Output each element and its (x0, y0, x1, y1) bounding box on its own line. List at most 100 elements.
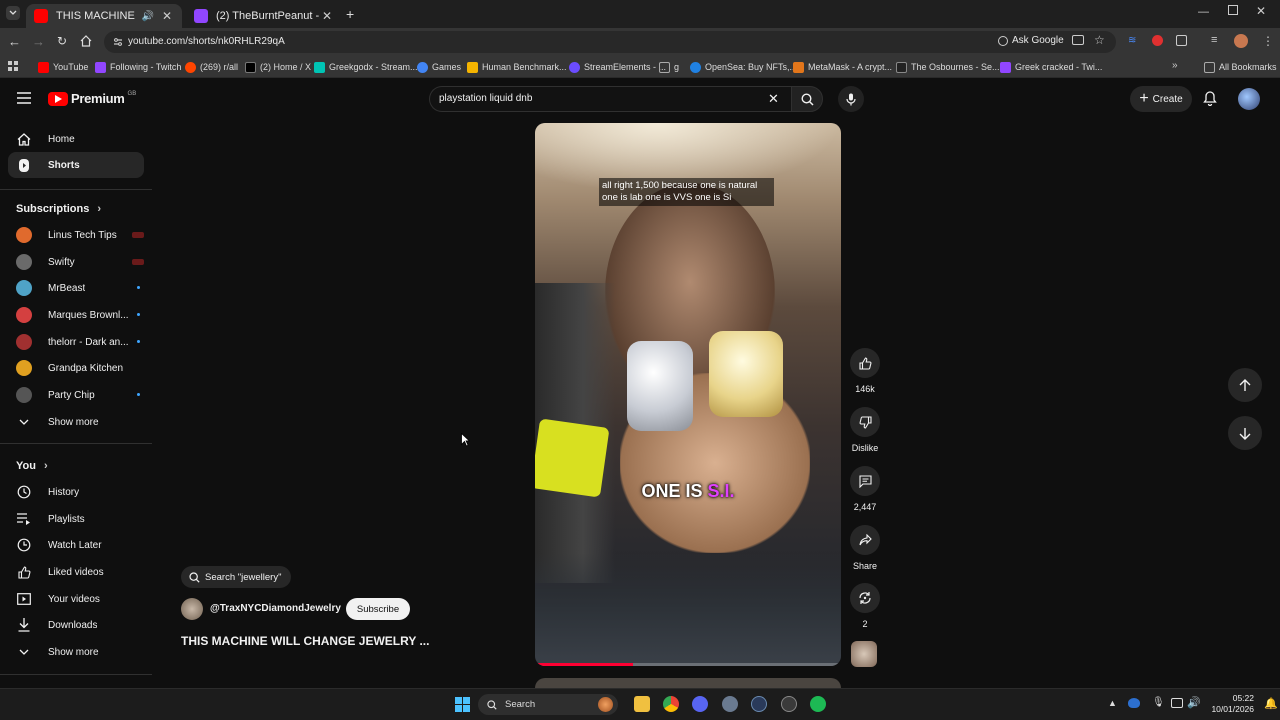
show-more-subscriptions[interactable]: Show more (8, 409, 144, 435)
bookmark-metamask[interactable]: MetaMask - A crypt... (793, 59, 892, 75)
sidebar-item-like[interactable]: Liked videos (8, 559, 144, 585)
menu-icon[interactable] (17, 92, 31, 104)
chrome-menu-icon[interactable]: ⋮ (1262, 34, 1274, 48)
sidebar-subscription-item[interactable]: Marques Brownl... (8, 302, 144, 328)
next-short-preview[interactable] (535, 678, 841, 688)
tab-twitch[interactable]: (2) TheBurntPeanut - Twitch ✕ (186, 4, 342, 28)
discord-icon[interactable] (692, 696, 708, 712)
show-more-you[interactable]: Show more (8, 639, 144, 665)
extension-record-icon[interactable] (1152, 35, 1163, 46)
bookmark-greekgodx[interactable]: Greekgodx - Stream... (314, 59, 418, 75)
tab-search-icon[interactable] (6, 6, 20, 20)
bookmark-x[interactable]: (2) Home / X (245, 59, 311, 75)
sidebar-item-history[interactable]: History (8, 479, 144, 505)
channel-name[interactable]: @TraxNYCDiamondJewelry (210, 603, 341, 614)
sidebar-subscription-item[interactable]: Grandpa Kitchen (8, 355, 144, 381)
reload-icon[interactable]: ↻ (57, 34, 67, 48)
app-c-icon[interactable] (751, 696, 767, 712)
microphone-tray-icon[interactable]: 🎙 (1152, 697, 1165, 708)
bookmark-reddit[interactable]: (269) r/all (185, 59, 238, 75)
spotify-icon[interactable] (810, 696, 826, 712)
sidebar-subscription-item[interactable]: MrBeast (8, 275, 144, 301)
channel-avatar[interactable] (181, 598, 203, 620)
bookmark-opensea[interactable]: OpenSea: Buy NFTs,... (690, 59, 797, 75)
close-tab-icon[interactable]: ✕ (320, 9, 334, 23)
install-app-icon[interactable] (1072, 35, 1084, 45)
extensions-puzzle-icon[interactable] (1176, 35, 1187, 46)
account-avatar[interactable] (1238, 88, 1260, 110)
sidebar-item-your-videos[interactable]: Your videos (8, 586, 144, 612)
bookmark-twitch-following[interactable]: Following - Twitch (95, 59, 181, 75)
home-browser-icon[interactable] (80, 35, 92, 47)
bookmark-star-icon[interactable]: ☆ (1094, 33, 1105, 47)
bookmark-human-benchmark[interactable]: Human Benchmark... (467, 59, 567, 75)
ask-google-button[interactable]: Ask Google (998, 35, 1064, 46)
voice-search-button[interactable] (838, 86, 864, 112)
comments-button[interactable]: 2,447 (848, 466, 882, 512)
sidebar-subscription-item[interactable]: Swifty (8, 249, 144, 275)
chrome-taskbar-icon[interactable] (663, 696, 679, 712)
sidebar-item-download[interactable]: Downloads (8, 612, 144, 638)
windows-start-icon[interactable] (455, 697, 470, 712)
back-icon[interactable]: ← (8, 34, 21, 49)
bookmark-streamelements[interactable]: StreamElements - ... (569, 59, 666, 75)
short-title[interactable]: THIS MACHINE WILL CHANGE JEWELRY ... (181, 634, 429, 648)
speaker-icon[interactable]: 🔊 (142, 11, 154, 22)
you-heading[interactable]: You › (16, 460, 48, 472)
bookmark-osbournes[interactable]: The Osbournes - Se... (896, 59, 1000, 75)
search-query-text[interactable]: playstation liquid dnb (439, 93, 532, 104)
share-button[interactable]: Share (848, 525, 882, 571)
sidebar-item-watch-later[interactable]: Watch Later (8, 532, 144, 558)
site-info-icon[interactable] (112, 36, 124, 48)
sidebar-subscription-item[interactable]: Linus Tech Tips (8, 222, 144, 248)
bookmarks-overflow-icon[interactable]: » (1172, 60, 1178, 71)
taskbar-clock[interactable]: 05:22 10/01/2026 (1204, 693, 1254, 715)
search-button[interactable] (791, 86, 823, 112)
tray-overflow-icon[interactable]: ▲ (1108, 698, 1117, 708)
close-tab-icon[interactable]: ✕ (160, 9, 174, 23)
bookmark-games[interactable]: Games (417, 59, 461, 75)
next-short-button[interactable] (1228, 416, 1262, 450)
previous-short-button[interactable] (1228, 368, 1262, 402)
subscribe-button[interactable]: Subscribe (346, 598, 410, 620)
create-button[interactable]: + Create (1130, 86, 1192, 112)
close-window-icon[interactable]: ✕ (1256, 4, 1266, 18)
bookmark-folder-g[interactable]: g (659, 59, 679, 75)
onedrive-icon[interactable] (1128, 698, 1140, 708)
like-button[interactable]: 146k (848, 348, 882, 394)
bookmark-youtube[interactable]: YouTube (38, 59, 88, 75)
sidebar-subscription-item[interactable]: thelorr - Dark an... (8, 329, 144, 355)
file-explorer-icon[interactable] (634, 696, 650, 712)
profile-avatar[interactable] (1234, 34, 1248, 48)
progress-track[interactable] (535, 663, 841, 666)
app-gear-icon[interactable] (781, 696, 797, 712)
extension-wave-icon[interactable]: ≋ (1128, 35, 1138, 46)
clear-search-icon[interactable]: ✕ (768, 91, 779, 107)
sidebar-subscription-item[interactable]: Party Chip (8, 382, 144, 408)
youtube-premium-logo[interactable]: Premium GB (48, 91, 136, 106)
sidebar-item-playlists[interactable]: Playlists (8, 506, 144, 532)
bookmark-greek-cracked[interactable]: Greek cracked - Twi... (1000, 59, 1102, 75)
notifications-bell-icon[interactable] (1203, 91, 1217, 106)
subscriptions-heading[interactable]: Subscriptions › (16, 203, 101, 215)
dislike-button[interactable]: Dislike (848, 407, 882, 453)
media-control-icon[interactable]: ≡ (1211, 34, 1217, 46)
all-bookmarks[interactable]: All Bookmarks (1204, 59, 1277, 75)
forward-icon[interactable]: → (32, 34, 45, 49)
settings-gear-icon[interactable] (722, 696, 738, 712)
url-text[interactable]: youtube.com/shorts/nk0RHLR29qA (128, 36, 285, 47)
short-video-player[interactable]: all right 1,500 because one is natural o… (535, 123, 841, 666)
search-suggestion-chip[interactable]: Search "jewellery" (181, 566, 292, 588)
sound-thumbnail[interactable] (851, 641, 877, 667)
maximize-icon[interactable] (1228, 5, 1238, 15)
volume-icon[interactable]: 🔊 (1187, 696, 1201, 709)
new-tab-icon[interactable]: + (346, 6, 354, 22)
remix-button[interactable]: 2 (848, 583, 882, 629)
taskbar-search[interactable]: Search (478, 694, 618, 715)
notification-center-icon[interactable]: 🔔 (1264, 697, 1278, 710)
apps-grid-icon[interactable] (8, 61, 19, 72)
sidebar-item-home[interactable]: Home (8, 126, 144, 152)
tab-youtube-short[interactable]: THIS MACHINE WILL CHAN 🔊 ✕ (26, 4, 182, 28)
sidebar-item-shorts[interactable]: Shorts (8, 152, 144, 178)
minimize-icon[interactable]: — (1198, 6, 1209, 18)
